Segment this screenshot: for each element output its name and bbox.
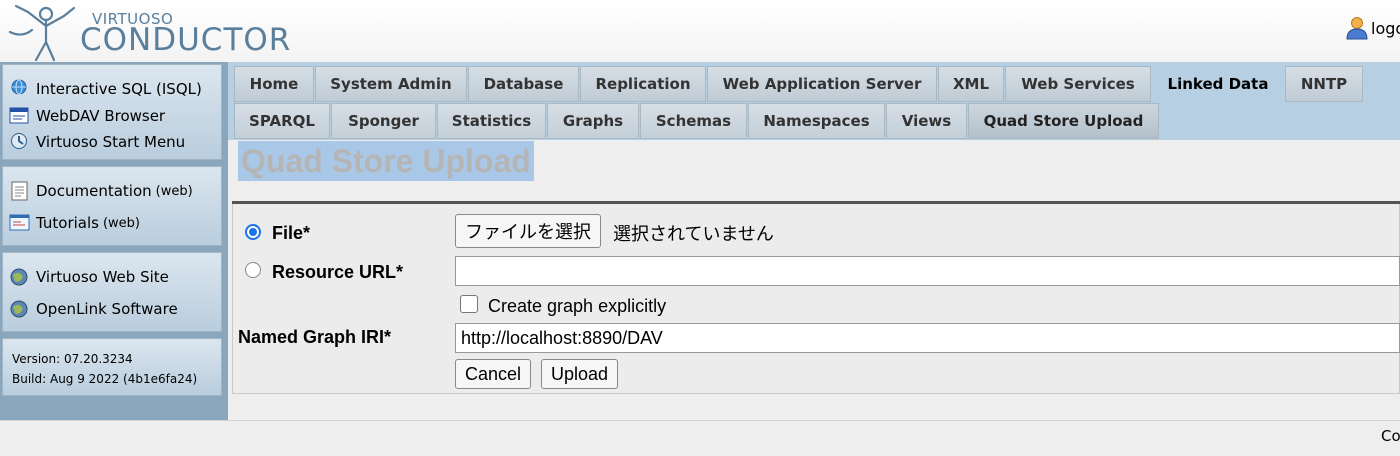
footer: Co: [0, 420, 1400, 456]
globe-icon: [10, 268, 28, 286]
subtab-namespaces[interactable]: Namespaces: [748, 103, 885, 139]
subtab-sponger[interactable]: Sponger: [331, 103, 436, 139]
resource-url-radio[interactable]: [245, 262, 261, 278]
create-graph-label: Create graph explicitly: [488, 296, 667, 316]
start-menu-icon: [11, 133, 27, 149]
tab-database[interactable]: Database: [468, 66, 579, 102]
tab-web-application-server[interactable]: Web Application Server: [707, 66, 937, 102]
sidebar-item-webdav[interactable]: WebDAV Browser: [9, 106, 165, 126]
subtab-sparql[interactable]: SPARQL: [234, 103, 330, 139]
sidebar-item-label: Tutorials: [36, 214, 99, 232]
file-status-text: 選択されていません: [613, 224, 774, 244]
subtab-schemas[interactable]: Schemas: [640, 103, 747, 139]
named-graph-label: Named Graph IRI*: [238, 327, 392, 347]
tab-home[interactable]: Home: [234, 66, 314, 102]
tab-nntp[interactable]: NNTP: [1285, 66, 1363, 102]
tutorial-icon: [9, 214, 30, 231]
file-label: File*: [272, 223, 311, 243]
sidebar-item-label: WebDAV Browser: [36, 107, 166, 125]
sidebar-group-tools: Interactive SQL (ISQL) WebDAV Browser Vi…: [2, 64, 222, 160]
sidebar-item-openlink-software[interactable]: OpenLink Software: [9, 299, 178, 319]
upload-form: [232, 204, 1400, 394]
subtab-quad-store-upload[interactable]: Quad Store Upload: [968, 103, 1159, 139]
sidebar-group-links: Virtuoso Web Site OpenLink Software: [2, 252, 222, 332]
logo-title-text: CONDUCTOR: [80, 22, 292, 58]
sidebar-item-label: Documentation: [36, 182, 152, 200]
sidebar-item-label: Virtuoso Start Menu: [36, 133, 186, 151]
create-graph-checkbox[interactable]: [460, 295, 478, 313]
sidebar-item-virtuoso-web-site[interactable]: Virtuoso Web Site: [9, 267, 169, 287]
tab-system-admin[interactable]: System Admin: [315, 66, 467, 102]
logout-label: logo: [1371, 18, 1400, 38]
sidebar-item-label: Interactive SQL (ISQL): [36, 80, 202, 98]
choose-file-button[interactable]: ファイルを選択: [455, 214, 601, 248]
resource-url-label: Resource URL*: [272, 262, 404, 282]
sidebar-item-documentation[interactable]: Documentation (web): [9, 181, 193, 201]
build-text: Build: Aug 9 2022 (4b1e6fa24): [12, 372, 198, 386]
named-graph-input[interactable]: http://localhost:8890/DAV: [455, 323, 1400, 353]
footer-text: Co: [1381, 427, 1400, 445]
tab-xml[interactable]: XML: [938, 66, 1004, 102]
globe-icon: [10, 300, 28, 318]
webdav-icon: [9, 107, 29, 124]
sidebar-item-label: OpenLink Software: [36, 300, 178, 318]
sidebar-item-label: Virtuoso Web Site: [36, 268, 169, 286]
tab-web-services[interactable]: Web Services: [1005, 66, 1151, 102]
isql-icon: [11, 79, 27, 95]
header: VIRTUOSO CONDUCTOR logo: [0, 0, 1400, 62]
sidebar-version-info: Version: 07.20.3234 Build: Aug 9 2022 (4…: [2, 338, 222, 396]
subtab-statistics[interactable]: Statistics: [437, 103, 546, 139]
tab-replication[interactable]: Replication: [580, 66, 706, 102]
sidebar-item-start-menu[interactable]: Virtuoso Start Menu: [9, 132, 185, 152]
user-icon: [1346, 17, 1368, 40]
cancel-button[interactable]: Cancel: [455, 359, 532, 389]
sidebar-item-suffix: (web): [102, 215, 140, 231]
logout-link[interactable]: logo: [1346, 16, 1400, 40]
sidebar-group-docs: Documentation (web) Tutorials (web): [2, 166, 222, 246]
sidebar-item-isql[interactable]: Interactive SQL (ISQL): [9, 79, 202, 99]
sidebar-item-suffix: (web): [155, 183, 193, 199]
subtab-views[interactable]: Views: [886, 103, 967, 139]
file-radio[interactable]: [245, 224, 261, 240]
upload-button[interactable]: Upload: [541, 359, 619, 389]
document-icon: [11, 181, 28, 201]
page-title: Quad Store Upload: [238, 141, 534, 181]
virtuoso-conductor-logo[interactable]: VIRTUOSO CONDUCTOR: [8, 2, 298, 62]
version-text: Version: 07.20.3234: [12, 352, 133, 366]
sidebar: Interactive SQL (ISQL) WebDAV Browser Vi…: [0, 62, 228, 420]
resource-url-input[interactable]: [455, 256, 1400, 286]
subtab-graphs[interactable]: Graphs: [547, 103, 639, 139]
tab-linked-data[interactable]: Linked Data: [1152, 66, 1284, 102]
sidebar-item-tutorials[interactable]: Tutorials (web): [9, 213, 140, 233]
